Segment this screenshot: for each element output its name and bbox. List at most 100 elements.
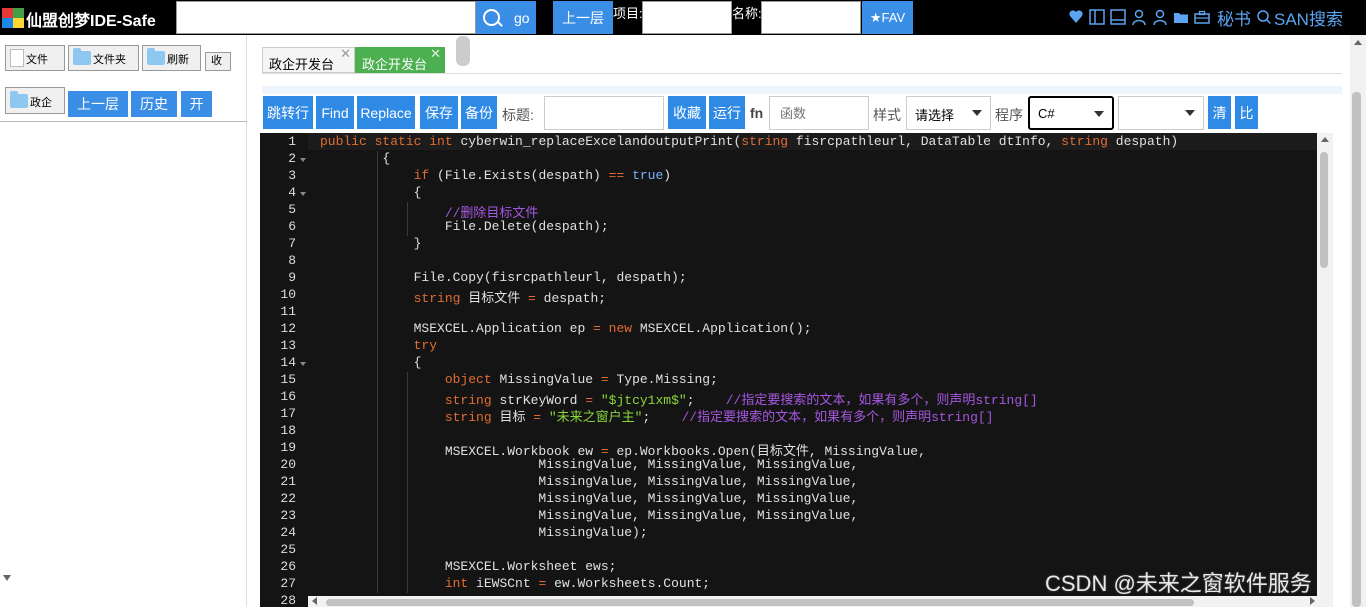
refresh-button[interactable]: 刷新 — [142, 45, 201, 71]
current-folder-icon — [10, 91, 28, 108]
tab-close-icon[interactable]: ✕ — [340, 46, 351, 62]
style-select[interactable]: 请选择 — [906, 96, 991, 130]
san-search-link[interactable]: SAN搜索 — [1256, 5, 1343, 30]
up-level-button[interactable]: 上一层 — [553, 1, 613, 34]
replace-button[interactable]: Replace — [357, 96, 415, 129]
code-line[interactable]: MSEXCEL.Application ep = new MSEXCEL.App… — [320, 321, 812, 336]
style-select-value: 请选择 — [915, 108, 955, 123]
code-line[interactable]: { — [320, 151, 390, 166]
editor-tab[interactable]: 政企开发台 ✕ — [262, 46, 355, 73]
new-folder-button[interactable]: 文件夹 — [68, 45, 139, 71]
line-number: 16 — [280, 389, 296, 404]
code-token: (File.Exists(despath) — [437, 168, 609, 183]
fold-arrow-icon[interactable] — [300, 362, 306, 366]
current-folder-button[interactable]: 政企 — [5, 87, 65, 114]
user-icon[interactable] — [1131, 8, 1147, 26]
editor-vertical-scroll-thumb[interactable] — [1320, 152, 1328, 268]
code-line[interactable]: object MissingValue = Type.Missing; — [320, 372, 718, 387]
new-file-button[interactable]: 文件 — [5, 45, 65, 71]
left-up-level-button[interactable]: 上一层 — [68, 91, 128, 117]
fold-arrow-icon[interactable] — [300, 192, 306, 196]
editor-horizontal-scroll-thumb[interactable] — [326, 599, 1194, 606]
folder-icon[interactable] — [1173, 8, 1189, 26]
user-alt-icon[interactable] — [1152, 8, 1168, 26]
code-token: despath) — [1115, 134, 1179, 149]
page-scroll-up-arrow-icon[interactable] — [1354, 40, 1362, 45]
line-number: 25 — [280, 542, 296, 557]
file-icon — [10, 49, 24, 67]
code-line[interactable]: int iEWSCnt = ew.Worksheets.Count; — [320, 576, 710, 591]
code-line[interactable]: MSEXCEL.Worksheet ews; — [320, 559, 617, 574]
editor-tab-active[interactable]: 政企开发台 ✕ — [355, 46, 445, 73]
code-line[interactable]: string 目标 = "未来之窗户主"; //指定要搜索的文本，如果有多个，则… — [320, 406, 994, 425]
line-number: 23 — [280, 508, 296, 523]
line-number: 21 — [280, 474, 296, 489]
refresh-folder-icon — [147, 48, 165, 65]
heart-icon[interactable] — [1068, 8, 1084, 26]
fold-arrow-icon[interactable] — [300, 158, 306, 162]
code-line[interactable]: MissingValue, MissingValue, MissingValue… — [320, 508, 858, 523]
line-number: 1 — [288, 134, 296, 149]
goto-line-button[interactable]: 跳转行 — [263, 96, 313, 129]
go-button[interactable]: go — [476, 1, 536, 34]
collapse-button[interactable]: 收 — [205, 52, 231, 71]
collect-button[interactable]: 收藏 — [668, 96, 706, 129]
project-input[interactable] — [642, 1, 732, 34]
tab-scroll-handle[interactable] — [456, 36, 470, 66]
title-input[interactable] — [544, 96, 664, 130]
tab-close-icon[interactable]: ✕ — [430, 46, 441, 62]
history-button[interactable]: 历史 — [131, 91, 177, 117]
code-line[interactable]: { — [320, 185, 422, 200]
open-button[interactable]: 开 — [181, 91, 212, 117]
code-line[interactable]: { — [320, 355, 422, 370]
scroll-up-arrow-icon[interactable] — [1321, 137, 1329, 142]
extra-select[interactable] — [1118, 96, 1204, 130]
name-input[interactable] — [761, 1, 861, 34]
function-input[interactable] — [769, 96, 869, 130]
line-number: 17 — [280, 406, 296, 421]
code-line[interactable]: try — [320, 338, 437, 353]
editor-tab-strip: 政企开发台 ✕ 政企开发台 ✕ — [262, 40, 472, 73]
save-button[interactable]: 保存 — [420, 96, 458, 129]
code-line[interactable]: string 目标文件 = despath; — [320, 287, 606, 306]
clear-button[interactable]: 清 — [1208, 96, 1231, 129]
language-select-value: C# — [1038, 106, 1055, 121]
code-token: { — [320, 151, 391, 166]
code-line[interactable]: public static int cyberwin_replaceExcela… — [320, 134, 1178, 149]
code-token: int — [444, 576, 477, 591]
page-vertical-scroll-thumb[interactable] — [1352, 92, 1361, 607]
code-line[interactable]: MissingValue); — [320, 525, 647, 540]
panel-layout-icon[interactable] — [1110, 8, 1126, 26]
backup-button[interactable]: 备份 — [461, 96, 497, 129]
code-line[interactable]: MissingValue, MissingValue, MissingValue… — [320, 474, 858, 489]
left-scroll-down-icon[interactable] — [3, 575, 11, 581]
secretary-link[interactable]: 秘书 — [1217, 5, 1251, 30]
code-line[interactable]: } — [320, 236, 422, 251]
code-line[interactable]: File.Delete(despath); — [320, 219, 609, 234]
collapse-label: 收 — [211, 55, 222, 67]
code-token: = — [528, 291, 544, 306]
run-button[interactable]: 运行 — [709, 96, 745, 129]
briefcase-icon[interactable] — [1194, 8, 1210, 26]
editor-tab-label: 政企开发台 — [362, 57, 428, 72]
code-line[interactable]: File.Copy(fisrcpathleurl, despath); — [320, 270, 687, 285]
fav-button[interactable]: ★FAV — [862, 1, 913, 34]
find-button[interactable]: Find — [316, 96, 354, 129]
line-number: 5 — [288, 202, 296, 217]
line-number: 24 — [280, 525, 296, 540]
line-number: 19 — [280, 440, 296, 455]
path-search-input[interactable] — [176, 1, 476, 34]
code-line[interactable]: if (File.Exists(despath) == true) — [320, 168, 671, 183]
code-line[interactable]: MissingValue, MissingValue, MissingValue… — [320, 491, 858, 506]
code-token: 目标文件 — [468, 291, 529, 306]
scroll-right-arrow-icon[interactable] — [1310, 597, 1315, 605]
scroll-left-arrow-icon[interactable] — [312, 597, 317, 605]
compare-button[interactable]: 比 — [1235, 96, 1258, 129]
language-select[interactable]: C# — [1028, 96, 1114, 130]
sidebar-layout-icon[interactable] — [1089, 8, 1105, 26]
code-editor[interactable]: 1 2 3 4 5 6 7 8 9 10 11 12 13 14 15 16 17 18 19 20 21 22 23 24 2… — [260, 133, 1317, 607]
code-token: try — [413, 338, 438, 353]
code-line[interactable]: MissingValue, MissingValue, MissingValue… — [320, 457, 858, 472]
